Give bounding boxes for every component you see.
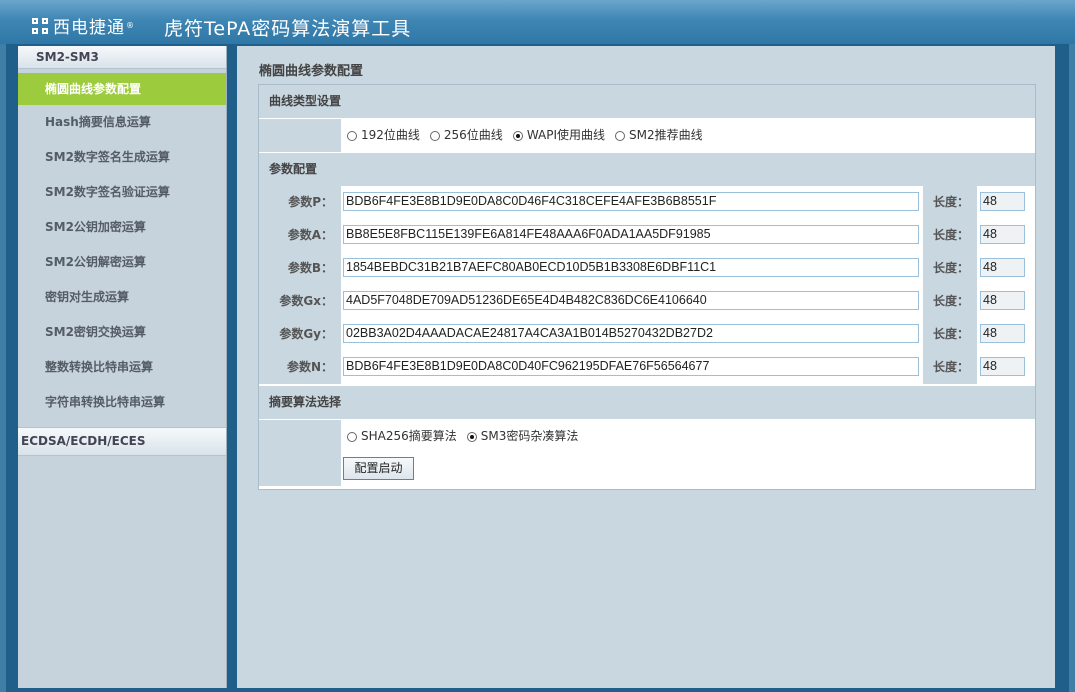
sidebar-item-keypair[interactable]: 密钥对生成运算 [18, 280, 226, 315]
start-config-button[interactable]: 配置启动 [343, 457, 414, 480]
length-label: 长度： [923, 252, 977, 285]
param-label: 参数N： [259, 351, 341, 384]
param-a-input[interactable]: BB8E5E8FBC115E139FE6A814FE48AAA6F0ADA1AA… [343, 225, 919, 244]
sidebar-item-key-exchange[interactable]: SM2密钥交换运算 [18, 315, 226, 350]
param-b-input[interactable]: 1854BEBDC31B21B7AEFC80AB0ECD10D5B1B3308E… [343, 258, 919, 277]
sidebar-item-int-to-bits[interactable]: 整数转换比特串运算 [18, 350, 226, 385]
radio-hash-sm3[interactable]: SM3密码杂凑算法 [466, 420, 579, 453]
sidebar-group-sm2-sm3[interactable]: SM2-SM3 [18, 46, 226, 69]
radio-icon [347, 431, 357, 442]
radio-label: 256位曲线 [443, 128, 503, 142]
param-gy-input[interactable]: 02BB3A02D4AAADACAE24817A4CA3A1B014B52704… [343, 324, 919, 343]
param-row-n: 参数N： BDB6F4FE3E8B1D9E0DA8C0D40FC962195DF… [259, 351, 1035, 384]
curve-type-radio-group: 192位曲线 256位曲线 WAPI使用曲线 SM2推荐曲线 [347, 119, 713, 152]
param-label: 参数B： [259, 252, 341, 285]
param-p-length[interactable]: 48 [980, 192, 1025, 211]
param-row-b: 参数B： 1854BEBDC31B21B7AEFC80AB0ECD10D5B1B… [259, 252, 1035, 285]
radio-label: SHA256摘要算法 [361, 429, 457, 443]
param-p-input[interactable]: BDB6F4FE3E8B1D9E0DA8C0D46F4C318CEFE4AFE3… [343, 192, 919, 211]
radio-curve-256[interactable]: 256位曲线 [429, 119, 503, 152]
param-n-length[interactable]: 48 [980, 357, 1025, 376]
button-label-cell [259, 453, 341, 486]
length-label: 长度： [923, 351, 977, 384]
radio-curve-wapi[interactable]: WAPI使用曲线 [512, 119, 606, 152]
app-title: 虎符TePA密码算法演算工具 [164, 18, 412, 40]
sidebar-group-ecdsa[interactable]: ECDSA/ECDH/ECES [18, 427, 226, 456]
param-b-length[interactable]: 48 [980, 258, 1025, 277]
param-label: 参数P： [259, 186, 341, 219]
radio-label: SM3密码杂凑算法 [480, 429, 579, 443]
brand-name: 西电捷通 [53, 18, 125, 38]
length-label: 长度： [923, 318, 977, 351]
sidebar-item-encrypt[interactable]: SM2公钥加密运算 [18, 210, 226, 245]
radio-checked-icon [466, 431, 477, 442]
sidebar-item-str-to-bits[interactable]: 字符串转换比特串运算 [18, 385, 226, 420]
param-label: 参数Gy： [259, 318, 341, 351]
length-label: 长度： [923, 285, 977, 318]
radio-checked-icon [512, 130, 523, 141]
brand-mark-icon [32, 17, 48, 34]
section-curve-type: 曲线类型设置 [259, 85, 1035, 118]
trademark: ® [126, 21, 135, 30]
sidebar-item-sign-verify[interactable]: SM2数字签名验证运算 [18, 175, 226, 210]
param-row-a: 参数A： BB8E5E8FBC115E139FE6A814FE48AAA6F0A… [259, 219, 1035, 252]
radio-label: 192位曲线 [361, 128, 420, 142]
radio-icon [347, 130, 357, 141]
sidebar: SM2-SM3 椭圆曲线参数配置 Hash摘要信息运算 SM2数字签名生成运算 … [18, 46, 227, 688]
length-label: 长度： [923, 219, 977, 252]
radio-curve-192[interactable]: 192位曲线 [347, 119, 420, 152]
hash-row: SHA256摘要算法 SM3密码杂凑算法 [259, 420, 1035, 453]
param-a-length[interactable]: 48 [980, 225, 1025, 244]
sidebar-item-hash[interactable]: Hash摘要信息运算 [18, 105, 226, 140]
section-hash: 摘要算法选择 [259, 386, 1035, 419]
param-row-p: 参数P： BDB6F4FE3E8B1D9E0DA8C0D46F4C318CEFE… [259, 186, 1035, 219]
radio-hash-sha256[interactable]: SHA256摘要算法 [347, 420, 457, 453]
brand-logo: 西电捷通 ® [32, 13, 135, 38]
param-gx-input[interactable]: 4AD5F7048DE709AD51236DE65E4D4B482C836DC6… [343, 291, 919, 310]
param-row-gy: 参数Gy： 02BB3A02D4AAADACAE24817A4CA3A1B014… [259, 318, 1035, 351]
radio-label: SM2推荐曲线 [629, 128, 703, 142]
param-label: 参数Gx： [259, 285, 341, 318]
hash-label-cell [259, 420, 341, 453]
curve-type-label-cell [259, 119, 341, 152]
radio-icon [429, 130, 440, 141]
curve-type-row: 192位曲线 256位曲线 WAPI使用曲线 SM2推荐曲线 [259, 119, 1035, 152]
radio-label: WAPI使用曲线 [526, 128, 606, 142]
config-panel: 曲线类型设置 192位曲线 256位曲线 WAPI使用曲线 SM2推荐曲线 参数… [258, 84, 1036, 490]
main-content: 椭圆曲线参数配置 曲线类型设置 192位曲线 256位曲线 WAPI使用曲线 S… [237, 46, 1055, 688]
sidebar-item-sign-gen[interactable]: SM2数字签名生成运算 [18, 140, 226, 175]
hash-radio-group: SHA256摘要算法 SM3密码杂凑算法 [347, 420, 588, 453]
title-bar: 西电捷通 ® 虎符TePA密码算法演算工具 [0, 0, 1075, 44]
param-gy-length[interactable]: 48 [980, 324, 1025, 343]
param-gx-length[interactable]: 48 [980, 291, 1025, 310]
radio-icon [615, 130, 626, 141]
param-n-input[interactable]: BDB6F4FE3E8B1D9E0DA8C0D40FC962195DFAE76F… [343, 357, 919, 376]
sidebar-item-curve-config[interactable]: 椭圆曲线参数配置 [18, 73, 226, 105]
length-label: 长度： [923, 186, 977, 219]
page-title: 椭圆曲线参数配置 [259, 64, 364, 79]
section-params: 参数配置 [259, 153, 1035, 186]
sidebar-item-decrypt[interactable]: SM2公钥解密运算 [18, 245, 226, 280]
param-row-gx: 参数Gx： 4AD5F7048DE709AD51236DE65E4D4B482C… [259, 285, 1035, 318]
radio-curve-sm2[interactable]: SM2推荐曲线 [615, 119, 703, 152]
param-label: 参数A： [259, 219, 341, 252]
